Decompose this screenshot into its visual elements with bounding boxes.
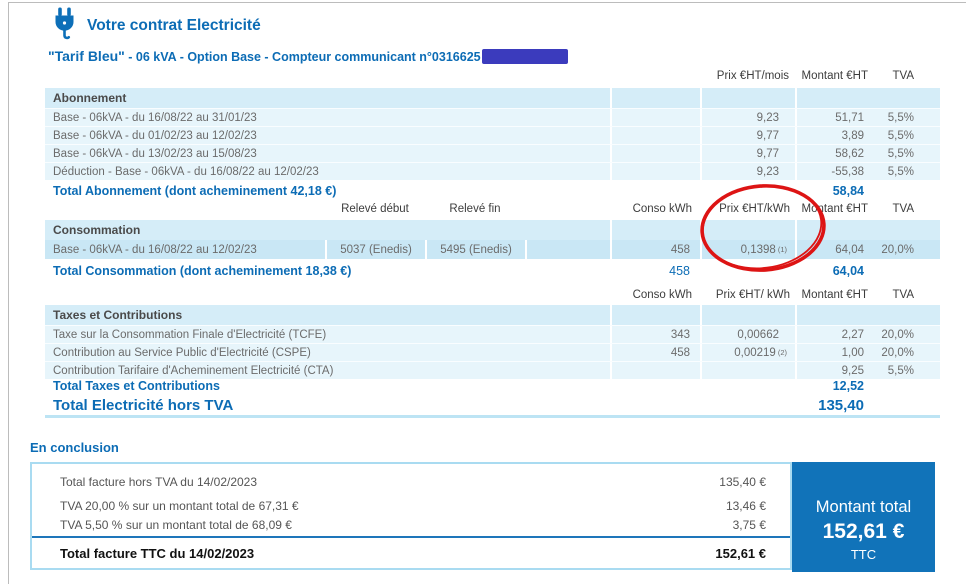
unit-price-value: 0,1398(1) [700, 240, 795, 259]
abonnement-section-header: Abonnement [45, 88, 940, 108]
consommation-row: Base - 06kVA - du 16/08/22 au 12/02/23 5… [45, 240, 940, 259]
conclusion-row: TVA 20,00 % sur un montant total de 67,3… [32, 499, 790, 513]
tax-row: Taxe sur la Consommation Finale d'Electr… [45, 325, 940, 343]
col-header-conso: Conso kWh [610, 287, 700, 302]
tax-row: Contribution Tarifaire d'Acheminement El… [45, 361, 940, 379]
col-header-tva: TVA [882, 68, 940, 83]
taxes-section: Taxes et Contributions Taxe sur la Conso… [45, 305, 940, 379]
col-header-montant: Montant €HT [795, 201, 882, 216]
total-consommation-row: Total Consommation (dont acheminement 18… [45, 262, 940, 279]
section-divider [45, 415, 940, 418]
conclusion-heading: En conclusion [30, 440, 119, 455]
tariff-name: "Tarif Bleu" [48, 48, 125, 64]
total-taxes-row: Total Taxes et Contributions 12,52 [45, 378, 940, 394]
conclusion-divider [32, 536, 790, 538]
page-frame-left [8, 2, 9, 584]
col-header-conso: Conso kWh [610, 201, 700, 216]
contract-header: Votre contrat Electricité [52, 7, 261, 45]
total-amount-box: Montant total 152,61 € TTC [792, 462, 935, 572]
section-title: Taxes et Contributions [45, 305, 610, 325]
taxes-column-headers: Conso kWh Prix €HT/ kWh Montant €HT TVA [45, 287, 940, 302]
col-header-prix-kwh: Prix €HT/ kWh [700, 287, 795, 302]
electric-plug-icon [52, 7, 77, 45]
col-header-prix-mois: Prix €HT/mois [700, 68, 795, 83]
consommation-column-headers: Relevé début Relevé fin Conso kWh Prix €… [45, 201, 940, 216]
taxes-section-header: Taxes et Contributions [45, 305, 940, 325]
page-title: Votre contrat Electricité [87, 17, 261, 35]
section-title: Abonnement [45, 88, 610, 108]
abonnement-column-headers: Prix €HT/mois Montant €HT TVA [45, 68, 940, 83]
col-header-montant: Montant €HT [795, 287, 882, 302]
unit-price-value: 0,00219(2) [700, 344, 795, 361]
abonnement-row: Déduction - Base - 06kVA - du 16/08/22 a… [45, 162, 940, 180]
conclusion-row: Total facture hors TVA du 14/02/2023 135… [32, 475, 790, 489]
electricity-bill-page: Votre contrat Electricité "Tarif Bleu" -… [0, 0, 966, 584]
col-header-releve-fin: Relevé fin [425, 201, 525, 216]
contract-details: - 06 kVA - Option Base - Compteur commun… [125, 50, 481, 64]
contract-subtitle: "Tarif Bleu" - 06 kVA - Option Base - Co… [48, 48, 568, 65]
col-header-tva: TVA [882, 287, 940, 302]
tax-row: Contribution au Service Public d'Electri… [45, 343, 940, 361]
amount-box-caption: Montant total [816, 498, 911, 517]
grand-total-row: Total Electricité hors TVA 135,40 [45, 395, 940, 415]
amount-box-value: 152,61 € [823, 520, 905, 544]
total-abonnement-row: Total Abonnement (dont acheminement 42,1… [45, 182, 940, 199]
col-header-prix-kwh: Prix €HT/kWh [700, 201, 795, 216]
conclusion-box: Total facture hors TVA du 14/02/2023 135… [30, 462, 792, 570]
page-frame-top [8, 2, 966, 3]
section-title: Consommation [45, 220, 610, 240]
abonnement-row: Base - 06kVA - du 01/02/23 au 12/02/23 9… [45, 126, 940, 144]
consommation-section: Consommation Base - 06kVA - du 16/08/22 … [45, 220, 940, 259]
conclusion-row: TVA 5,50 % sur un montant total de 68,09… [32, 518, 790, 532]
col-header-montant: Montant €HT [795, 68, 882, 83]
total-ttc-row: Total facture TTC du 14/02/2023 152,61 € [32, 546, 790, 561]
amount-box-ttc-label: TTC [851, 547, 876, 562]
abonnement-section: Abonnement Base - 06kVA - du 16/08/22 au… [45, 88, 940, 180]
abonnement-row: Base - 06kVA - du 13/02/23 au 15/08/23 9… [45, 144, 940, 162]
abonnement-row: Base - 06kVA - du 16/08/22 au 31/01/23 9… [45, 108, 940, 126]
redacted-meter-number [482, 49, 568, 64]
consommation-section-header: Consommation [45, 220, 940, 240]
col-header-tva: TVA [882, 201, 940, 216]
col-header-releve-debut: Relevé début [325, 201, 425, 216]
